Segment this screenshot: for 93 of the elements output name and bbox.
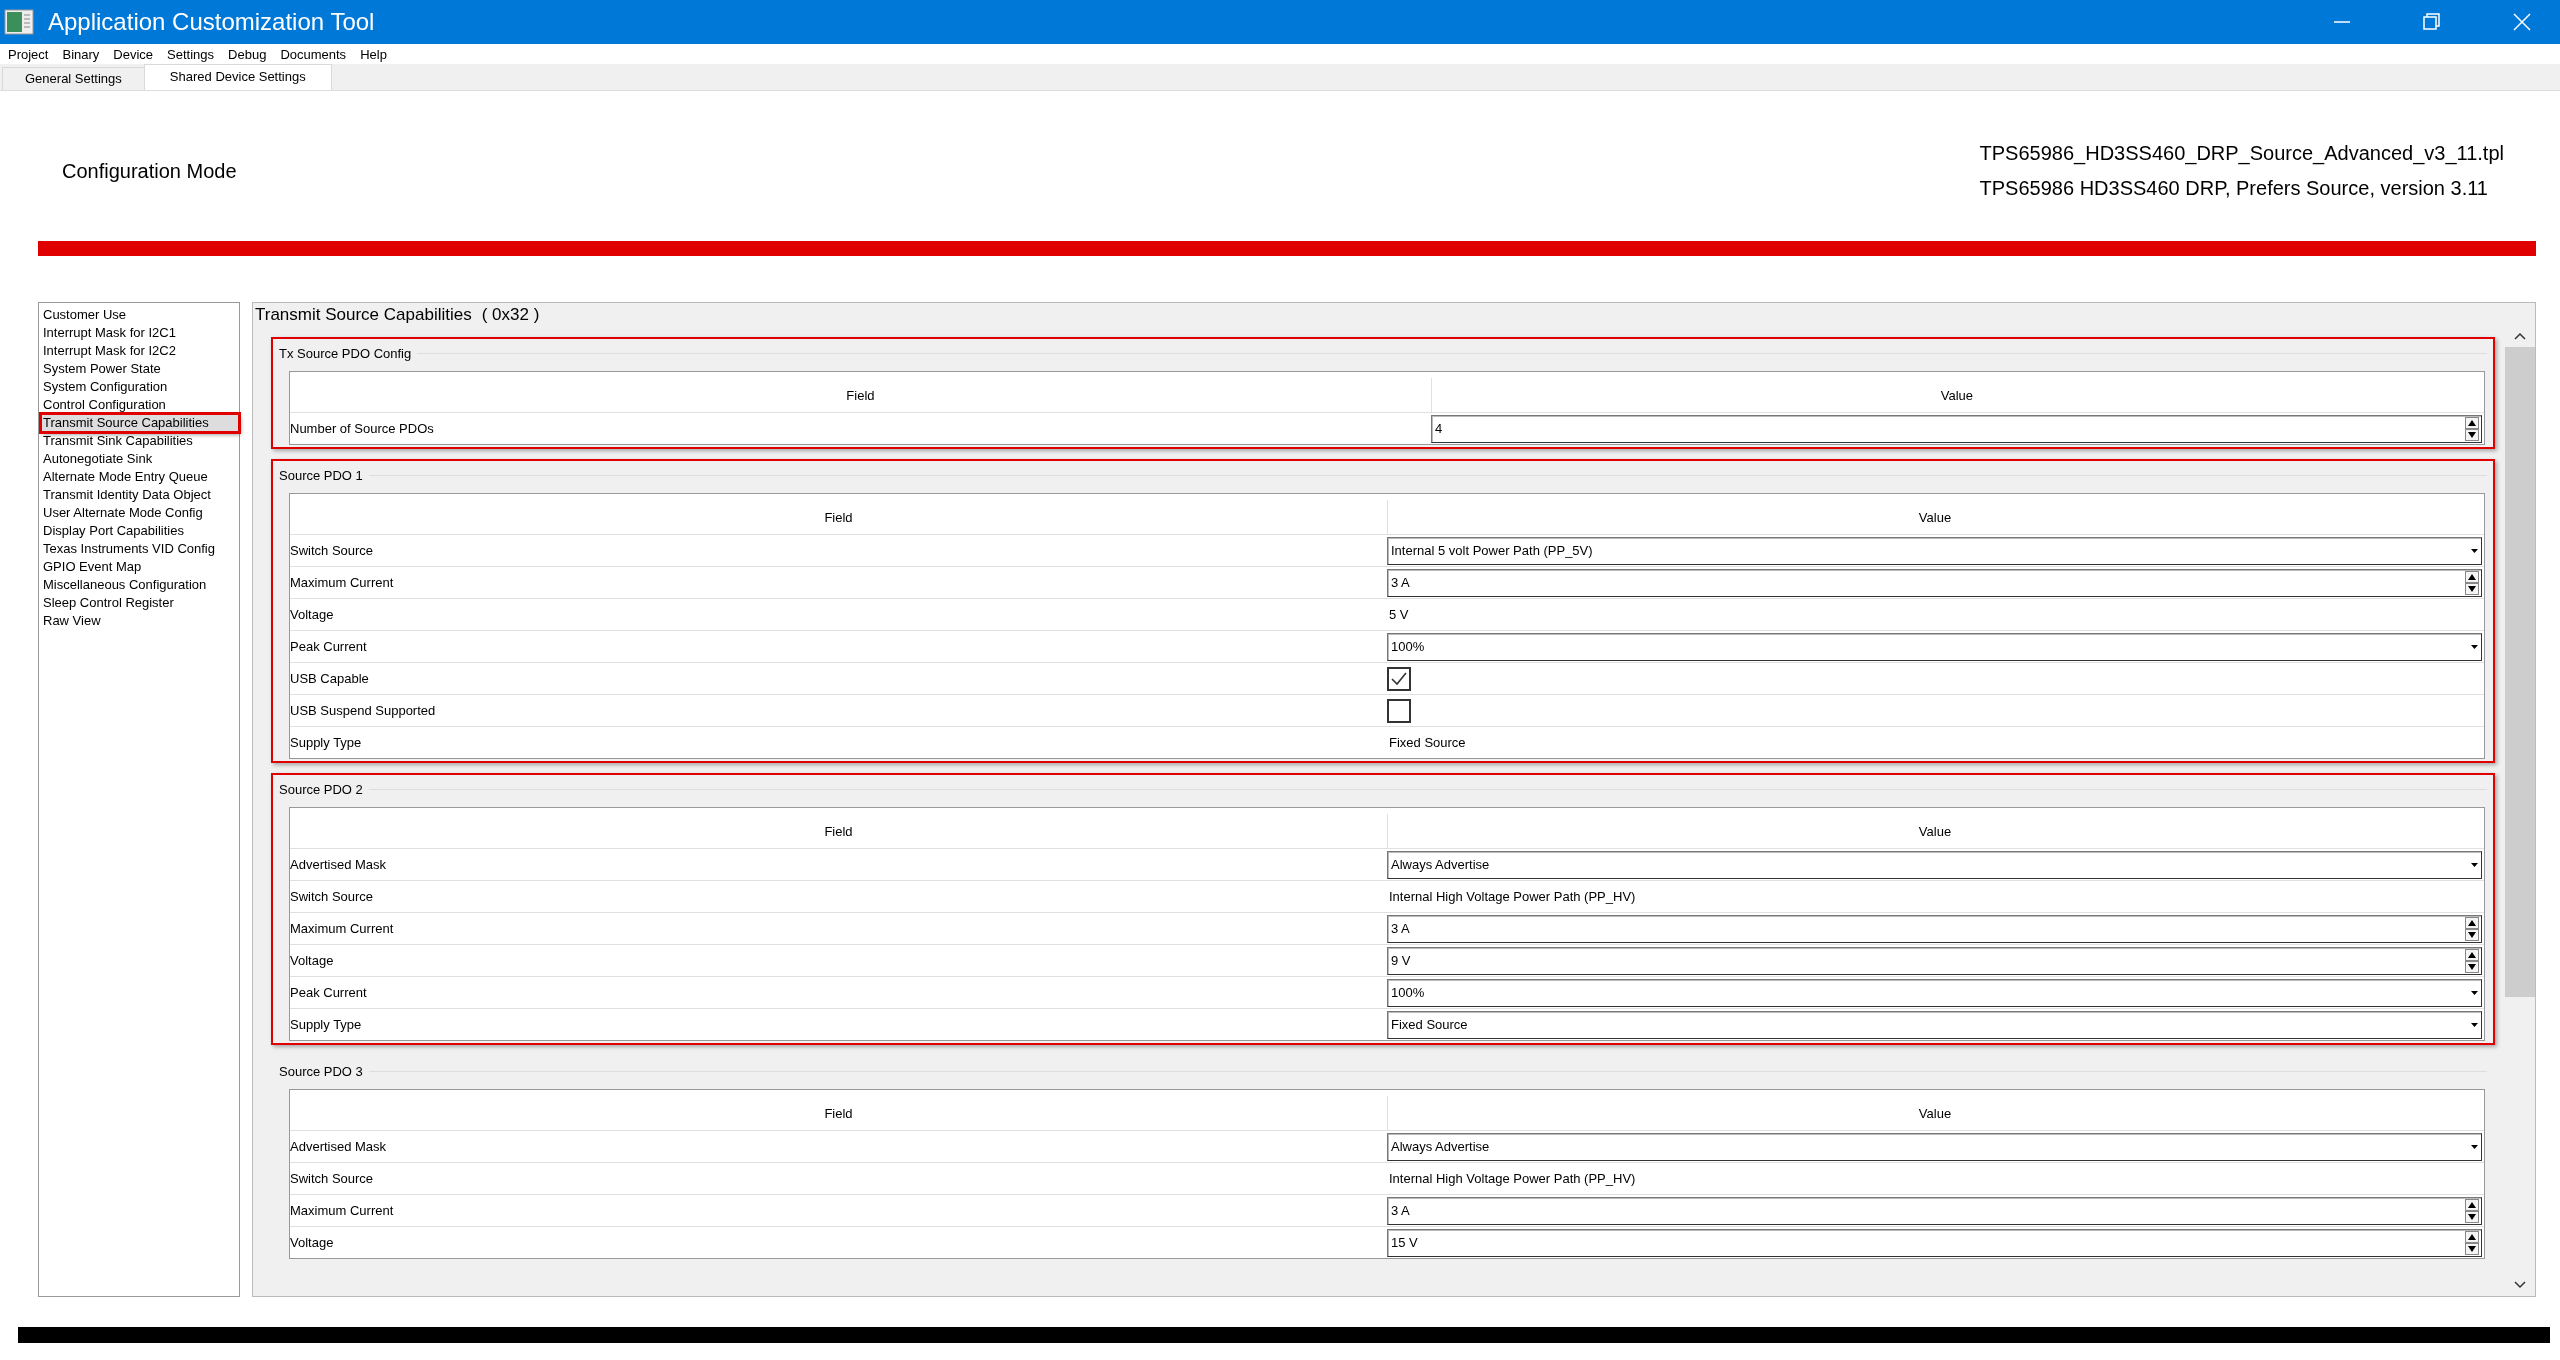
- restore-icon[interactable]: [2422, 12, 2442, 32]
- close-icon[interactable]: [2512, 12, 2532, 32]
- column-header: Field: [845, 387, 876, 403]
- dropdown[interactable]: Always Advertise: [1387, 1132, 2482, 1161]
- sidebar-item[interactable]: User Alternate Mode Config: [41, 504, 239, 522]
- app-icon: [4, 9, 34, 35]
- tab[interactable]: General Settings: [2, 67, 145, 90]
- column-header: Field: [823, 823, 854, 839]
- file-name: TPS65986_HD3SS460_DRP_Source_Advanced_v3_11.tpl: [1979, 142, 2504, 165]
- spinner-field[interactable]: 3 A: [1387, 914, 2482, 943]
- field-value: Fixed Source: [1388, 735, 1466, 750]
- sidebar-item[interactable]: Control Configuration: [41, 396, 239, 414]
- register-code: ( 0x32 ): [481, 305, 540, 325]
- field-value: Internal High Voltage Power Path (PP_HV): [1388, 1171, 1636, 1186]
- spinner-field[interactable]: 9 V: [1387, 946, 2482, 975]
- field-label: Switch Source: [290, 889, 375, 904]
- field-label: Number of Source PDOs: [290, 421, 435, 436]
- scrollbar-thumb[interactable]: [2505, 347, 2535, 997]
- dropdown[interactable]: Internal 5 volt Power Path (PP_5V): [1387, 536, 2482, 565]
- config-description: TPS65986 HD3SS460 DRP, Prefers Source, version 3.11: [1979, 177, 2489, 200]
- field-label: Switch Source: [290, 543, 375, 558]
- group-title: Source PDO 3: [279, 1063, 363, 1079]
- column-header: Value: [1430, 378, 2484, 412]
- spin-arrows-icon[interactable]: [2465, 570, 2479, 595]
- sidebar-item[interactable]: Raw View: [41, 612, 239, 630]
- field-label: Maximum Current: [290, 921, 395, 936]
- field-label: USB Suspend Supported: [290, 703, 437, 718]
- field-value: 5 V: [1388, 607, 1409, 622]
- column-header: Field: [823, 1105, 854, 1121]
- field-label: Maximum Current: [290, 575, 395, 590]
- sidebar-item[interactable]: Transmit Source Capabilities: [41, 414, 239, 432]
- field-label: Advertised Mask: [290, 1139, 388, 1154]
- spinner-field[interactable]: 4: [1430, 414, 2482, 443]
- tab[interactable]: Shared Device Settings: [143, 64, 332, 90]
- sidebar-item[interactable]: Transmit Sink Capabilities: [41, 432, 239, 450]
- sidebar-item[interactable]: Alternate Mode Entry Queue: [41, 468, 239, 486]
- column-header: Value: [1387, 814, 2484, 848]
- sidebar-item[interactable]: Miscellaneous Configuration: [41, 576, 239, 594]
- menu-item[interactable]: Device: [113, 46, 154, 62]
- field-label: Voltage: [290, 1235, 335, 1250]
- field-label: Supply Type: [290, 735, 363, 750]
- spinner-field[interactable]: 15 V: [1387, 1228, 2482, 1257]
- field-label: Maximum Current: [290, 1203, 395, 1218]
- spin-arrows-icon[interactable]: [2465, 948, 2479, 973]
- group-title: Tx Source PDO Config: [279, 345, 412, 361]
- spin-arrows-icon[interactable]: [2465, 1198, 2479, 1223]
- field-label: USB Capable: [290, 671, 370, 686]
- column-header: Field: [823, 509, 854, 525]
- menu-item[interactable]: Project: [8, 46, 49, 62]
- field-label: Voltage: [290, 607, 335, 622]
- menu-item[interactable]: Binary: [62, 46, 100, 62]
- field-label: Supply Type: [290, 1017, 363, 1032]
- sidebar-item[interactable]: Texas Instruments VID Config: [41, 540, 239, 558]
- checkbox[interactable]: [1387, 666, 1411, 691]
- column-header: Value: [1387, 500, 2484, 534]
- dropdown[interactable]: 100%: [1387, 978, 2482, 1007]
- spin-arrows-icon[interactable]: [2465, 1230, 2479, 1255]
- spinner-field[interactable]: 3 A: [1387, 568, 2482, 597]
- scroll-up-icon[interactable]: [2513, 331, 2527, 341]
- menu-item[interactable]: Help: [360, 46, 387, 62]
- group-title: Source PDO 1: [279, 467, 363, 483]
- sidebar-item[interactable]: Interrupt Mask for I2C2: [41, 342, 239, 360]
- checkbox[interactable]: [1387, 698, 1411, 723]
- spinner-field[interactable]: 3 A: [1387, 1196, 2482, 1225]
- sidebar-item[interactable]: Customer Use: [41, 306, 239, 324]
- panel-title: Transmit Source Capabilities: [255, 305, 472, 325]
- field-label: Advertised Mask: [290, 857, 388, 872]
- sidebar-item[interactable]: Sleep Control Register: [41, 594, 239, 612]
- field-label: Voltage: [290, 953, 335, 968]
- group-title: Source PDO 2: [279, 781, 363, 797]
- sidebar-item[interactable]: Autonegotiate Sink: [41, 450, 239, 468]
- field-label: Switch Source: [290, 1171, 375, 1186]
- sidebar-item[interactable]: GPIO Event Map: [41, 558, 239, 576]
- sidebar-item[interactable]: Interrupt Mask for I2C1: [41, 324, 239, 342]
- menu-item[interactable]: Settings: [167, 46, 215, 62]
- window-title: Application Customization Tool: [48, 8, 375, 36]
- column-header: Value: [1387, 1096, 2484, 1130]
- field-label: Peak Current: [290, 985, 368, 1000]
- dropdown[interactable]: Always Advertise: [1387, 850, 2482, 879]
- menu-item[interactable]: Documents: [280, 46, 347, 62]
- menu-item[interactable]: Debug: [228, 46, 267, 62]
- dropdown[interactable]: 100%: [1387, 632, 2482, 661]
- sidebar-item[interactable]: System Configuration: [41, 378, 239, 396]
- dropdown[interactable]: Fixed Source: [1387, 1010, 2482, 1039]
- spin-arrows-icon[interactable]: [2465, 416, 2479, 441]
- sidebar-item[interactable]: Transmit Identity Data Object: [41, 486, 239, 504]
- scroll-down-icon[interactable]: [2513, 1280, 2527, 1290]
- spin-arrows-icon[interactable]: [2465, 916, 2479, 941]
- field-label: Peak Current: [290, 639, 368, 654]
- sidebar-item[interactable]: Display Port Capabilities: [41, 522, 239, 540]
- field-value: Internal High Voltage Power Path (PP_HV): [1388, 889, 1636, 904]
- sidebar-item[interactable]: System Power State: [41, 360, 239, 378]
- mode-label: Configuration Mode: [62, 159, 237, 183]
